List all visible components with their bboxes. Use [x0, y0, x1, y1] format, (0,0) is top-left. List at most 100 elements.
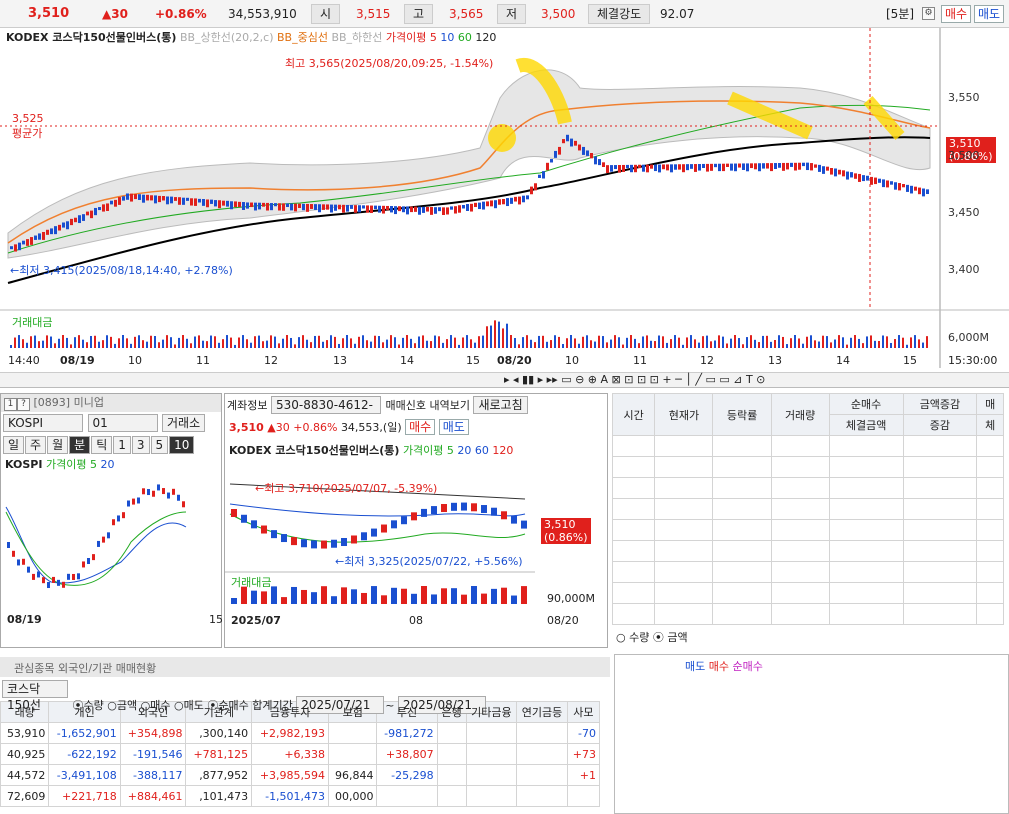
x-tick: 08/19 — [60, 354, 95, 367]
volume-bar — [874, 340, 876, 348]
buy-button[interactable]: 매수 — [941, 5, 972, 23]
mini-candle — [97, 540, 100, 547]
period-tab[interactable]: 3 — [131, 436, 150, 454]
volume-bar — [674, 335, 676, 348]
period-tab[interactable]: 5 — [150, 436, 169, 454]
radio-sell[interactable]: 매도 — [184, 699, 204, 712]
daily-volume-bar — [501, 587, 507, 604]
mini-legend-ma5: 가격이평 5 — [45, 458, 97, 471]
sell-button[interactable]: 매도 — [974, 5, 1005, 23]
period-tab[interactable]: 일 — [3, 436, 25, 454]
candle — [834, 168, 837, 177]
help-icon[interactable]: ? — [17, 398, 30, 411]
investor-table: 래량 개인 외국인 기관계 금융투자 보험 투신 은행 기타금융 연기금등 사모 53,910 -1,… — [0, 701, 601, 807]
volume-bar — [642, 336, 644, 348]
candle — [18, 242, 21, 251]
candle — [774, 163, 777, 170]
candle — [338, 204, 341, 210]
daily-chart-panel: 계좌정보 530-8830-4612- 매매신호 내역보기 새로고침 3,510… — [224, 393, 608, 648]
candle — [482, 201, 485, 210]
daily-buy-button[interactable]: 매수 — [405, 419, 436, 435]
candle — [458, 205, 461, 213]
stock-select[interactable]: 코스닥150선 — [2, 680, 68, 712]
period-tab[interactable]: 10 — [169, 436, 195, 454]
candle — [906, 184, 909, 192]
daily-sell-button[interactable]: 매도 — [438, 419, 469, 435]
candle — [730, 163, 733, 171]
candle — [290, 203, 293, 211]
daily-candle — [251, 520, 257, 529]
sort-select[interactable]: 금액증감 — [902, 393, 978, 415]
refresh-button[interactable]: 새로고침 — [473, 396, 528, 414]
period-tab[interactable]: 1 — [113, 436, 131, 454]
volume-bar — [646, 335, 648, 348]
period-tab[interactable]: 월 — [47, 436, 69, 454]
volume-bar — [310, 342, 312, 348]
volume-bar — [710, 341, 712, 348]
period-tab[interactable]: 분 — [69, 436, 91, 454]
mini-panel-header: 1? [0893] 미니업 — [1, 394, 221, 412]
volume-bar — [218, 342, 220, 348]
volume-bar — [442, 342, 444, 348]
legend-net: 순매수 — [732, 660, 763, 673]
radio-qty[interactable]: 수량 — [629, 631, 649, 644]
daily-candle — [371, 528, 377, 537]
scroll-controls[interactable]: ▸ ◂ ▮▮ ▸ ▸▸ ▭ ⊖ ⊕ A ⊠ ⊡ ⊡ ⊡ + ─ │ ╱ ▭ ▭ … — [504, 373, 765, 386]
candle — [174, 197, 177, 201]
interval-label[interactable]: [5분] — [886, 5, 914, 22]
candle — [34, 235, 37, 240]
candle — [402, 206, 405, 213]
candle — [710, 163, 713, 171]
code-input[interactable]: 01 — [87, 414, 158, 432]
candle — [882, 179, 885, 188]
candle — [582, 146, 585, 155]
volume-bar — [694, 339, 696, 348]
radio-amount[interactable]: 금액 — [667, 631, 687, 644]
x-tick: 11 — [633, 354, 647, 367]
candle — [646, 164, 649, 173]
daily-volume-bar — [511, 595, 517, 604]
mini-candle — [167, 492, 170, 499]
qty-amount-radio[interactable]: ○ 수량 ⦿ 금액 — [616, 629, 688, 645]
investor-tab[interactable]: 관심종목 외국인/기관 매매현황 — [0, 657, 610, 677]
volume-bar — [670, 339, 672, 348]
volume-bar — [742, 344, 744, 348]
volume-bar — [530, 339, 532, 348]
daily-candle — [271, 530, 277, 539]
candle — [410, 206, 413, 213]
period-tab[interactable]: 틱 — [91, 436, 113, 454]
mini-candle — [82, 561, 85, 568]
candle — [98, 207, 101, 211]
daily-candle — [321, 540, 327, 549]
candle — [210, 199, 213, 204]
daily-volume-bar — [441, 588, 447, 604]
candle — [498, 199, 501, 205]
volume-bar — [734, 335, 736, 348]
investor-cell — [436, 785, 467, 807]
period-tab[interactable]: 주 — [25, 436, 47, 454]
account-select[interactable]: 530-8830-4612- — [270, 396, 381, 414]
tick-header: 체 — [976, 414, 1004, 436]
volume-bar — [466, 335, 468, 348]
candle — [158, 195, 161, 203]
tick-table: 시간 현재가 등락률 거래량 순매수 금액증감 매 체결금액 증감 체 — [611, 393, 1004, 625]
volume-bar — [318, 335, 320, 348]
volume-bar — [890, 342, 892, 348]
daily-volume-bar — [491, 588, 497, 604]
tick-header: 등락률 — [712, 393, 772, 436]
volume-axis: 6,000M — [948, 331, 989, 344]
volume-bar — [898, 335, 900, 348]
investor-cell — [516, 743, 568, 765]
radio-amount2[interactable]: 금액 — [117, 699, 137, 712]
main-chart-panel: KODEX 코스닥150선물인버스(통) BB_상한선(20,2,c) BB_중… — [0, 28, 1009, 388]
candle — [630, 164, 633, 173]
volume-bar — [682, 344, 684, 348]
gear-icon[interactable]: ⚙ — [922, 7, 935, 20]
volume-bar — [274, 336, 276, 348]
market-select[interactable]: KOSPI — [3, 414, 83, 432]
candle — [406, 206, 409, 215]
signal-checkbox[interactable]: 매매신호 내역보기 — [385, 399, 469, 412]
mini-candle — [137, 497, 140, 504]
candle — [330, 204, 333, 213]
volume-bar — [886, 336, 888, 348]
